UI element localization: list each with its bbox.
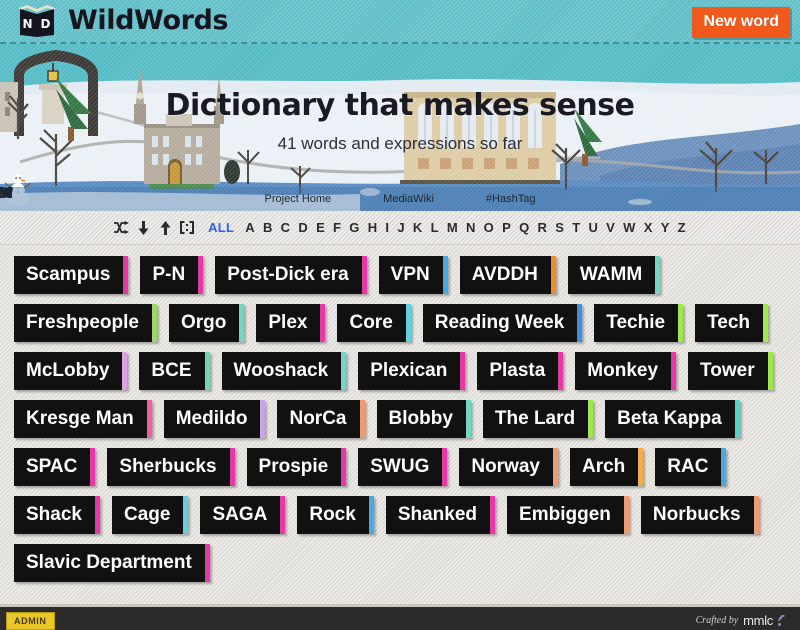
filter-letter-x[interactable]: X xyxy=(640,220,657,235)
word-tag[interactable]: Norbucks xyxy=(640,496,759,534)
nav-link-label: Project Home xyxy=(264,193,332,205)
banner-nav: Project Home MediaWiki #HashTag xyxy=(0,187,800,211)
brand-title: WildWords xyxy=(68,5,229,36)
word-tag[interactable]: Medildo xyxy=(163,400,266,438)
nav-link-project-home[interactable]: Project Home xyxy=(0,187,332,205)
app-header: N D WildWords New word xyxy=(0,0,800,44)
filter-letter-b[interactable]: B xyxy=(259,220,277,235)
nav-link-hashtag[interactable]: #HashTag xyxy=(0,187,536,205)
word-tag-cloud: Scampus P-N Post-Dick era VPN AVDDH WAMM Fresh… xyxy=(0,256,800,582)
word-tag[interactable]: WAMM xyxy=(567,256,661,294)
word-tag[interactable]: McLobby xyxy=(14,352,128,390)
filter-letter-w[interactable]: W xyxy=(619,220,640,235)
filter-letter-j[interactable]: J xyxy=(393,220,409,235)
filter-letter-i[interactable]: I xyxy=(381,220,393,235)
word-tag[interactable]: Plexican xyxy=(358,352,466,390)
word-tag[interactable]: AVDDH xyxy=(459,256,557,294)
open-book-logo-icon: N D xyxy=(19,5,55,37)
word-tag[interactable]: P-N xyxy=(140,256,204,294)
banner-text-block: Dictionary that makes sense 41 words and… xyxy=(0,88,800,154)
nav-link-label: #HashTag xyxy=(485,193,536,205)
crafted-by-label: Crafted by xyxy=(695,615,739,626)
crafted-by-brand: mmlc xyxy=(743,613,773,628)
app-footer: ADMIN Crafted by mmlc xyxy=(0,604,800,630)
banner-subtitle: 41 words and expressions so far xyxy=(277,134,523,153)
sort-ascending-icon[interactable] xyxy=(154,220,176,235)
sort-descending-icon[interactable] xyxy=(132,220,154,235)
filter-letter-y[interactable]: Y xyxy=(657,220,674,235)
svg-text:D: D xyxy=(41,17,51,31)
word-tag[interactable]: Slavic Department xyxy=(14,544,210,582)
filter-letter-a[interactable]: A xyxy=(241,220,259,235)
word-tag[interactable]: Tower xyxy=(688,352,773,390)
filter-letter-u[interactable]: U xyxy=(584,220,602,235)
filter-letter-z[interactable]: Z xyxy=(674,220,690,235)
word-tag[interactable]: Plex xyxy=(256,304,326,342)
word-tag[interactable]: Orgo xyxy=(168,304,245,342)
word-tag[interactable]: Tech xyxy=(695,304,769,342)
word-tag[interactable]: BCE xyxy=(139,352,210,390)
word-tag[interactable]: Monkey xyxy=(575,352,677,390)
shuffle-icon[interactable] xyxy=(110,221,132,234)
word-tag[interactable]: Plasta xyxy=(477,352,564,390)
filter-letter-c[interactable]: C xyxy=(277,220,295,235)
brackets-icon[interactable] xyxy=(176,221,198,234)
filter-letter-f[interactable]: F xyxy=(329,220,345,235)
word-tag[interactable]: Rock xyxy=(297,496,375,534)
filter-letter-s[interactable]: S xyxy=(551,220,568,235)
word-tag[interactable]: Shanked xyxy=(385,496,496,534)
word-tag[interactable]: Reading Week xyxy=(422,304,583,342)
word-tag[interactable]: Kresge Man xyxy=(14,400,152,438)
word-tag[interactable]: Wooshack xyxy=(221,352,347,390)
filter-letter-r[interactable]: R xyxy=(534,220,552,235)
word-tag[interactable]: Freshpeople xyxy=(14,304,157,342)
filter-letter-v[interactable]: V xyxy=(602,220,619,235)
word-tag[interactable]: Post-Dick era xyxy=(215,256,368,294)
hero-banner: Dictionary that makes sense 41 words and… xyxy=(0,44,800,211)
word-tag[interactable]: The Lard xyxy=(482,400,594,438)
word-tag[interactable]: Norway xyxy=(459,448,558,486)
twitter-bird-icon xyxy=(0,187,14,198)
word-tag[interactable]: Cage xyxy=(111,496,189,534)
filter-letter-t[interactable]: T xyxy=(568,220,584,235)
word-tag[interactable]: Beta Kappa xyxy=(605,400,740,438)
word-tag[interactable]: Shack xyxy=(14,496,100,534)
filter-letter-l[interactable]: L xyxy=(427,220,443,235)
svg-text:N: N xyxy=(22,17,32,31)
word-tag[interactable]: Prospie xyxy=(246,448,347,486)
word-tag[interactable]: SPAC xyxy=(14,448,96,486)
word-tag[interactable]: Scampus xyxy=(14,256,129,294)
word-tag[interactable]: SWUG xyxy=(358,448,448,486)
word-tag[interactable]: NorCa xyxy=(277,400,365,438)
alphabet-filter-bar: ALL ABCDEFGHIJKLMNOPQRSTUVWXYZ xyxy=(0,211,800,245)
banner-title: Dictionary that makes sense xyxy=(165,88,635,123)
filter-letter-m[interactable]: M xyxy=(443,220,462,235)
filter-letter-k[interactable]: K xyxy=(409,220,427,235)
word-tag[interactable]: Blobby xyxy=(376,400,472,438)
nav-link-label: MediaWiki xyxy=(383,193,434,205)
word-tag[interactable]: Core xyxy=(337,304,412,342)
filter-letter-q[interactable]: Q xyxy=(515,220,533,235)
filter-letter-g[interactable]: G xyxy=(345,220,363,235)
word-tag[interactable]: Embiggen xyxy=(507,496,629,534)
nav-link-mediawiki[interactable]: MediaWiki xyxy=(0,187,434,205)
crafted-by-credit: Crafted by mmlc xyxy=(696,613,790,628)
word-tag[interactable]: Techie xyxy=(594,304,684,342)
filter-letter-h[interactable]: H xyxy=(364,220,382,235)
filter-letter-n[interactable]: N xyxy=(462,220,480,235)
filter-letter-d[interactable]: D xyxy=(294,220,312,235)
filter-letter-e[interactable]: E xyxy=(312,220,329,235)
word-tag[interactable]: Arch xyxy=(570,448,644,486)
word-tag[interactable]: RAC xyxy=(655,448,727,486)
word-tag[interactable]: SAGA xyxy=(200,496,286,534)
new-word-button[interactable]: New word xyxy=(692,7,790,38)
filter-all[interactable]: ALL xyxy=(198,220,241,235)
brand[interactable]: N D WildWords xyxy=(18,4,229,38)
word-tag[interactable]: VPN xyxy=(378,256,448,294)
filter-letter-o[interactable]: O xyxy=(480,220,498,235)
filter-letter-p[interactable]: P xyxy=(498,220,515,235)
admin-badge[interactable]: ADMIN xyxy=(6,612,55,630)
word-tag[interactable]: Sherbucks xyxy=(107,448,235,486)
sound-wave-icon xyxy=(778,614,785,626)
